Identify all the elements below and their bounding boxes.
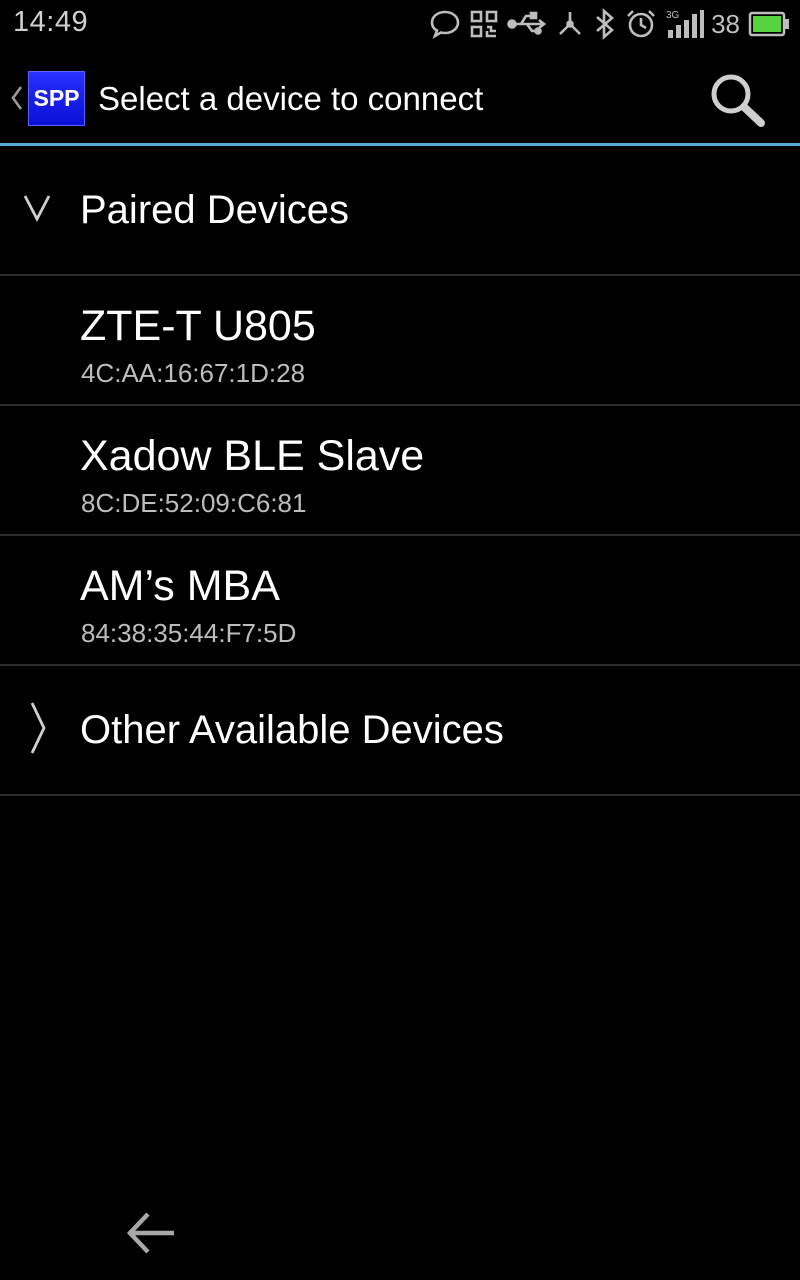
device-name: AM’s MBA bbox=[80, 562, 280, 610]
group-label-other: Other Available Devices bbox=[80, 708, 504, 752]
divider bbox=[0, 794, 800, 796]
device-item[interactable]: Xadow BLE Slave 8C:DE:52:09:C6:81 bbox=[0, 406, 800, 535]
back-arrow-icon bbox=[124, 1212, 180, 1262]
bluetooth-icon bbox=[593, 8, 617, 40]
usb-debug-icon bbox=[555, 9, 585, 39]
status-bar: 14:49 3G 38 bbox=[0, 0, 800, 48]
status-icons: 3G 38 bbox=[421, 6, 790, 42]
group-other-devices[interactable]: Other Available Devices bbox=[0, 666, 800, 794]
usb-icon bbox=[507, 10, 547, 38]
chevron-right-icon bbox=[28, 700, 48, 761]
status-time: 14:49 bbox=[13, 6, 89, 38]
battery-level: 38 bbox=[711, 8, 740, 39]
alarm-icon bbox=[625, 8, 657, 40]
chat-icon bbox=[429, 9, 461, 39]
device-item[interactable]: AM’s MBA 84:38:35:44:F7:5D bbox=[0, 536, 800, 665]
search-button[interactable] bbox=[706, 70, 770, 130]
network-type-label: 3G bbox=[666, 10, 680, 21]
up-caret-icon[interactable] bbox=[8, 84, 24, 117]
device-name: ZTE-T U805 bbox=[80, 302, 316, 350]
device-address: 84:38:35:44:F7:5D bbox=[81, 618, 297, 648]
nav-back-button[interactable] bbox=[124, 1208, 180, 1258]
device-address: 8C:DE:52:09:C6:81 bbox=[81, 488, 307, 518]
device-item[interactable]: ZTE-T U805 4C:AA:16:67:1D:28 bbox=[0, 276, 800, 405]
signal-icon: 3G bbox=[665, 8, 705, 40]
device-address: 4C:AA:16:67:1D:28 bbox=[81, 358, 306, 388]
device-name: Xadow BLE Slave bbox=[80, 432, 425, 480]
battery-icon bbox=[748, 11, 790, 37]
qr-icon bbox=[469, 9, 499, 39]
group-label-paired: Paired Devices bbox=[80, 188, 350, 232]
app-icon[interactable]: SPP bbox=[28, 71, 85, 126]
page-title: Select a device to connect bbox=[98, 80, 484, 117]
group-paired-devices[interactable]: Paired Devices bbox=[0, 146, 800, 274]
chevron-down-icon bbox=[22, 192, 52, 227]
search-icon bbox=[706, 74, 770, 134]
